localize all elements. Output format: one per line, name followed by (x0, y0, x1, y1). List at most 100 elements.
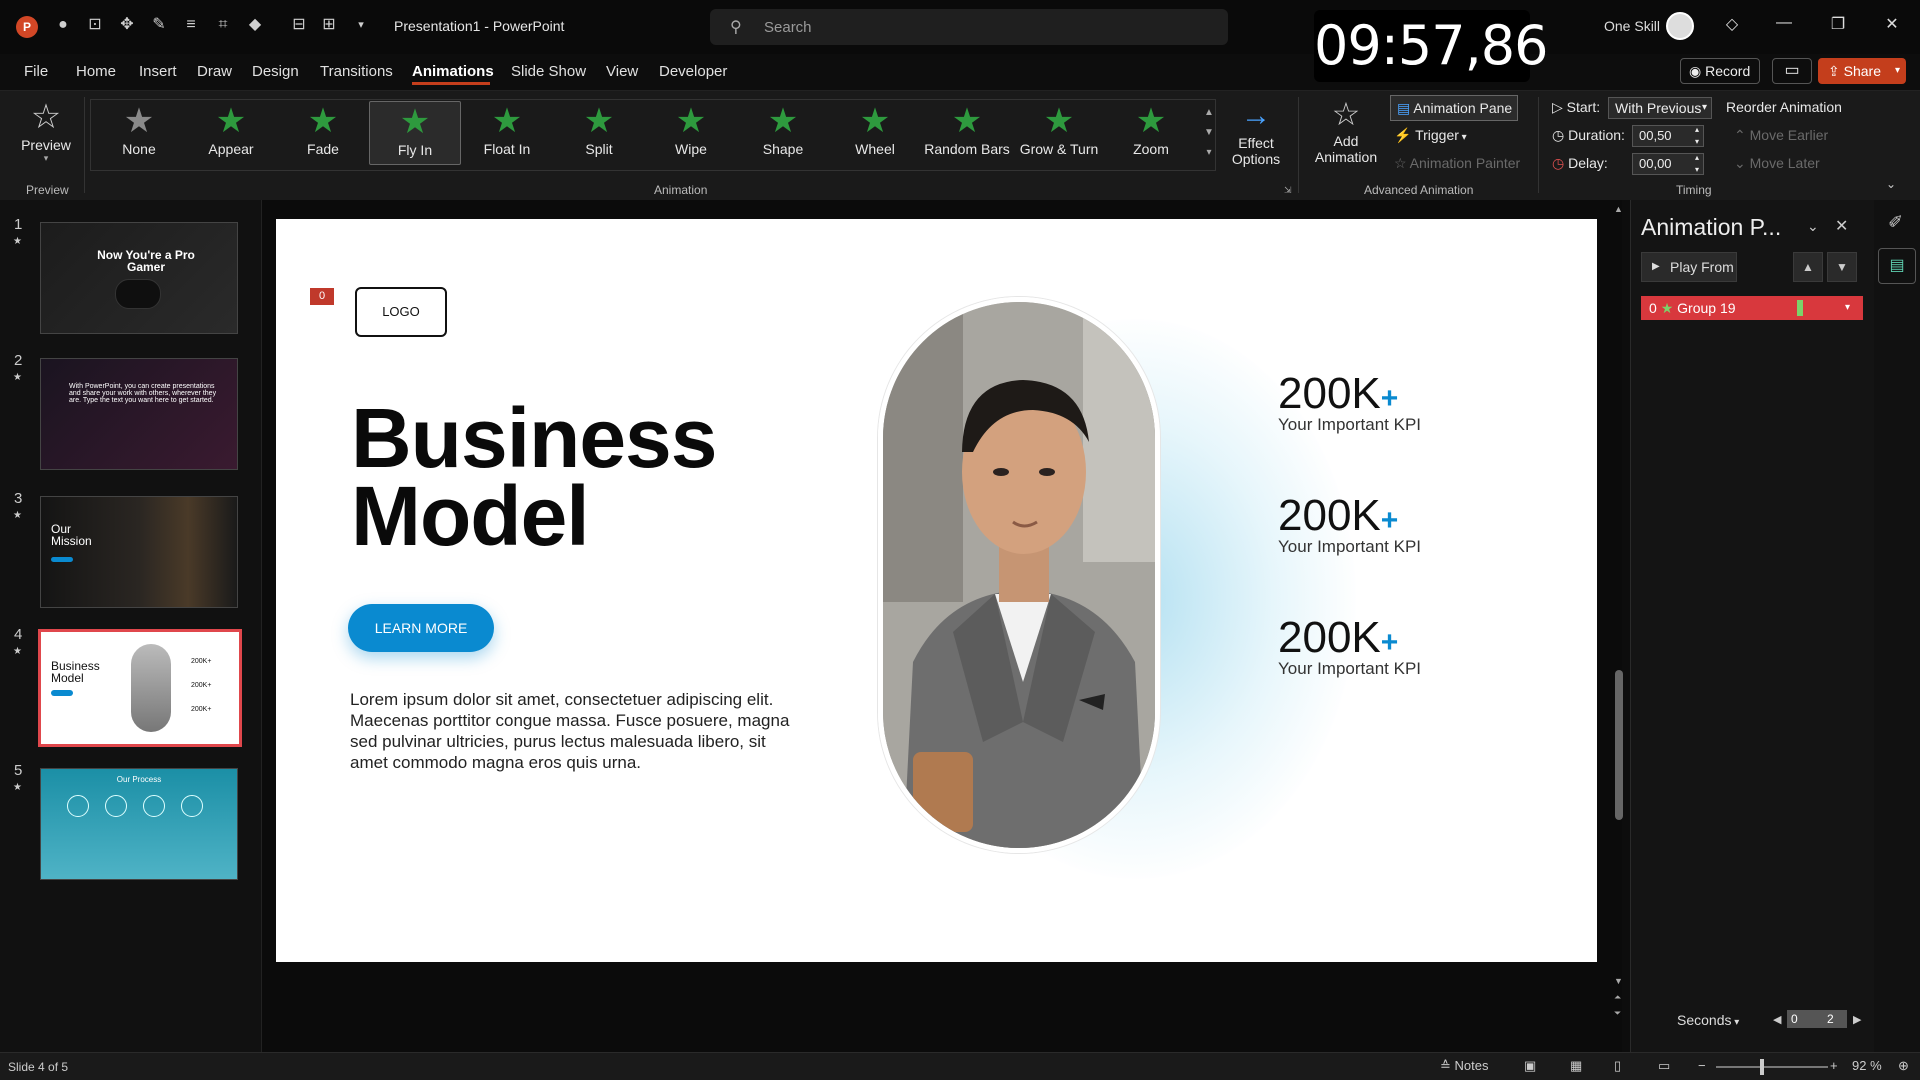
start-dropdown[interactable]: With Previous ▾ (1608, 97, 1712, 119)
thumbnail-slide-2[interactable]: With PowerPoint, you can create presenta… (40, 358, 238, 470)
animation-pane-button[interactable]: ▤ Animation Pane (1390, 95, 1518, 121)
effect-options-button[interactable]: → Effect Options (1226, 97, 1286, 177)
learn-more-button[interactable]: LEARN MORE (348, 604, 494, 652)
tab-transitions[interactable]: Transitions (320, 63, 393, 80)
logo-placeholder[interactable]: LOGO (355, 287, 447, 337)
slide-sorter-icon[interactable]: ▦ (1570, 1058, 1582, 1074)
record-button[interactable]: ◉ Record (1680, 58, 1760, 84)
scroll-up-icon[interactable]: ▲ (1202, 103, 1216, 123)
animation-timeline-bar[interactable] (1797, 300, 1803, 316)
trigger-button[interactable]: ⚡ Trigger ▾ (1394, 127, 1467, 144)
move-icon[interactable]: ✥ (116, 14, 138, 36)
user-name[interactable]: One Skill (1604, 18, 1660, 34)
zoom-slider-thumb[interactable] (1760, 1059, 1764, 1075)
animation-list-item[interactable]: 0 ★ Group 19 ▾ (1641, 296, 1863, 320)
tab-file[interactable]: File (24, 63, 48, 80)
stepper-arrows-icon[interactable]: ▴ ▾ (1695, 152, 1699, 176)
seconds-dropdown[interactable]: Seconds ▾ (1677, 1012, 1739, 1028)
delay-stepper[interactable]: 00,00 ▴ ▾ (1632, 153, 1704, 175)
animation-wheel[interactable]: ★ Wheel (829, 101, 921, 165)
search-input[interactable]: ⚲ Search (710, 9, 1228, 45)
autosave-icon[interactable]: ● (52, 14, 74, 36)
collapse-ribbon-icon[interactable]: ⌄ (1886, 177, 1896, 191)
notes-button[interactable]: ≙ Notes (1440, 1058, 1488, 1074)
scroll-up-icon[interactable]: ▲ (1614, 204, 1623, 214)
animation-zoom[interactable]: ★ Zoom (1105, 101, 1197, 165)
kpi-value-2[interactable]: 200K+ (1278, 491, 1398, 541)
slide-body-text[interactable]: Lorem ipsum dolor sit amet, consectetuer… (350, 689, 800, 773)
duration-stepper[interactable]: 00,50 ▴ ▾ (1632, 125, 1704, 147)
minimize-icon[interactable]: — (1772, 14, 1796, 32)
move-down-button[interactable]: ▼ (1827, 252, 1857, 282)
restore-icon[interactable]: ❐ (1826, 14, 1850, 34)
thumbnail-slide-1[interactable]: Now You're a Pro Gamer (40, 222, 238, 334)
avatar[interactable] (1666, 12, 1694, 40)
dialog-launcher-icon[interactable]: ⇲ (1284, 185, 1292, 196)
animation-none[interactable]: ★ None (93, 101, 185, 165)
scroll-down-icon[interactable]: ▼ (1614, 976, 1623, 986)
more-icon[interactable]: ▾ (1202, 143, 1216, 163)
zoom-level[interactable]: 92 % (1852, 1058, 1882, 1073)
scroll-down-icon[interactable]: ▼ (1202, 123, 1216, 143)
crop-icon[interactable]: ⌗ (212, 14, 234, 36)
shape-fill-icon[interactable]: ◆ (244, 14, 266, 36)
preview-button[interactable]: ☆ Preview ▾ (10, 97, 82, 177)
share-button[interactable]: ⇪ Share ▾ (1818, 58, 1906, 84)
tab-developer[interactable]: Developer (659, 63, 727, 80)
stepper-arrows-icon[interactable]: ▴ ▾ (1695, 124, 1699, 148)
kpi-value-3[interactable]: 200K+ (1278, 613, 1398, 663)
thumbnail-slide-3[interactable]: Our Mission (40, 496, 238, 608)
kpi-label-1[interactable]: Your Important KPI (1278, 415, 1421, 435)
fit-to-window-icon[interactable]: ⊕ (1898, 1058, 1909, 1074)
animation-fly-in[interactable]: ★ Fly In (369, 101, 461, 165)
portrait-image[interactable] (878, 297, 1160, 853)
move-earlier-button[interactable]: ⌃ Move Earlier (1734, 127, 1828, 144)
customize-toolbar-icon[interactable]: ▾ (350, 14, 372, 36)
tab-slide-show[interactable]: Slide Show (511, 63, 586, 80)
premium-diamond-icon[interactable]: ◇ (1720, 14, 1744, 34)
designer-icon[interactable]: ✐ (1888, 212, 1903, 233)
screenshot-icon[interactable]: ⊡ (84, 14, 106, 36)
tab-view[interactable]: View (606, 63, 638, 80)
reading-view-icon[interactable]: ▯ (1614, 1058, 1621, 1074)
thumbnail-slide-5[interactable]: Our Process (40, 768, 238, 880)
timeline-left-icon[interactable]: ◀ (1773, 1013, 1781, 1026)
add-animation-button[interactable]: ☆ Add Animation (1304, 95, 1388, 175)
animation-random-bars[interactable]: ★ Random Bars (921, 101, 1013, 165)
zoom-in-icon[interactable]: + (1830, 1058, 1838, 1073)
previous-slide-icon[interactable]: ⏶ (1614, 992, 1621, 1003)
distribute-vertical-icon[interactable]: ⊞ (318, 14, 340, 36)
tab-animations[interactable]: Animations (412, 63, 494, 80)
animation-painter-button[interactable]: ☆ Animation Painter (1394, 155, 1520, 172)
animation-fade[interactable]: ★ Fade (277, 101, 369, 165)
tab-home[interactable]: Home (76, 63, 116, 80)
kpi-label-2[interactable]: Your Important KPI (1278, 537, 1421, 557)
kpi-value-1[interactable]: 200K+ (1278, 369, 1398, 419)
pane-options-chevron-icon[interactable]: ⌄ (1807, 218, 1819, 235)
tab-draw[interactable]: Draw (197, 63, 232, 80)
thumbnail-slide-4[interactable]: Business Model 200K+ 200K+ 200K+ (38, 629, 242, 747)
zoom-slider[interactable] (1716, 1066, 1828, 1068)
animation-wipe[interactable]: ★ Wipe (645, 101, 737, 165)
close-icon[interactable]: ✕ (1880, 14, 1904, 34)
scrollbar-thumb[interactable] (1615, 670, 1623, 820)
play-from-button[interactable]: ▶ Play From (1641, 252, 1737, 282)
timeline-scale[interactable]: 0 2 (1787, 1010, 1847, 1028)
next-slide-icon[interactable]: ⏷ (1614, 1008, 1621, 1019)
slide-title[interactable]: Business Model (351, 396, 771, 558)
animation-split[interactable]: ★ Split (553, 101, 645, 165)
animation-float-in[interactable]: ★ Float In (461, 101, 553, 165)
slideshow-icon[interactable]: ▭ (1658, 1058, 1670, 1074)
move-up-button[interactable]: ▲ (1793, 252, 1823, 282)
slide-scrollbar[interactable]: ▲ ▼ ⏶ ⏷ (1608, 200, 1630, 1030)
animation-order-tag[interactable]: 0 (310, 288, 334, 305)
kpi-label-3[interactable]: Your Important KPI (1278, 659, 1421, 679)
animation-pane-toggle-icon[interactable]: ▤ (1878, 248, 1916, 284)
zoom-out-icon[interactable]: − (1698, 1058, 1706, 1073)
distribute-icon[interactable]: ⊟ (288, 14, 310, 36)
animation-grow-turn[interactable]: ★ Grow & Turn (1013, 101, 1105, 165)
tab-design[interactable]: Design (252, 63, 299, 80)
tab-insert[interactable]: Insert (139, 63, 177, 80)
chevron-down-icon[interactable]: ▾ (1845, 296, 1850, 320)
animation-shape[interactable]: ★ Shape (737, 101, 829, 165)
